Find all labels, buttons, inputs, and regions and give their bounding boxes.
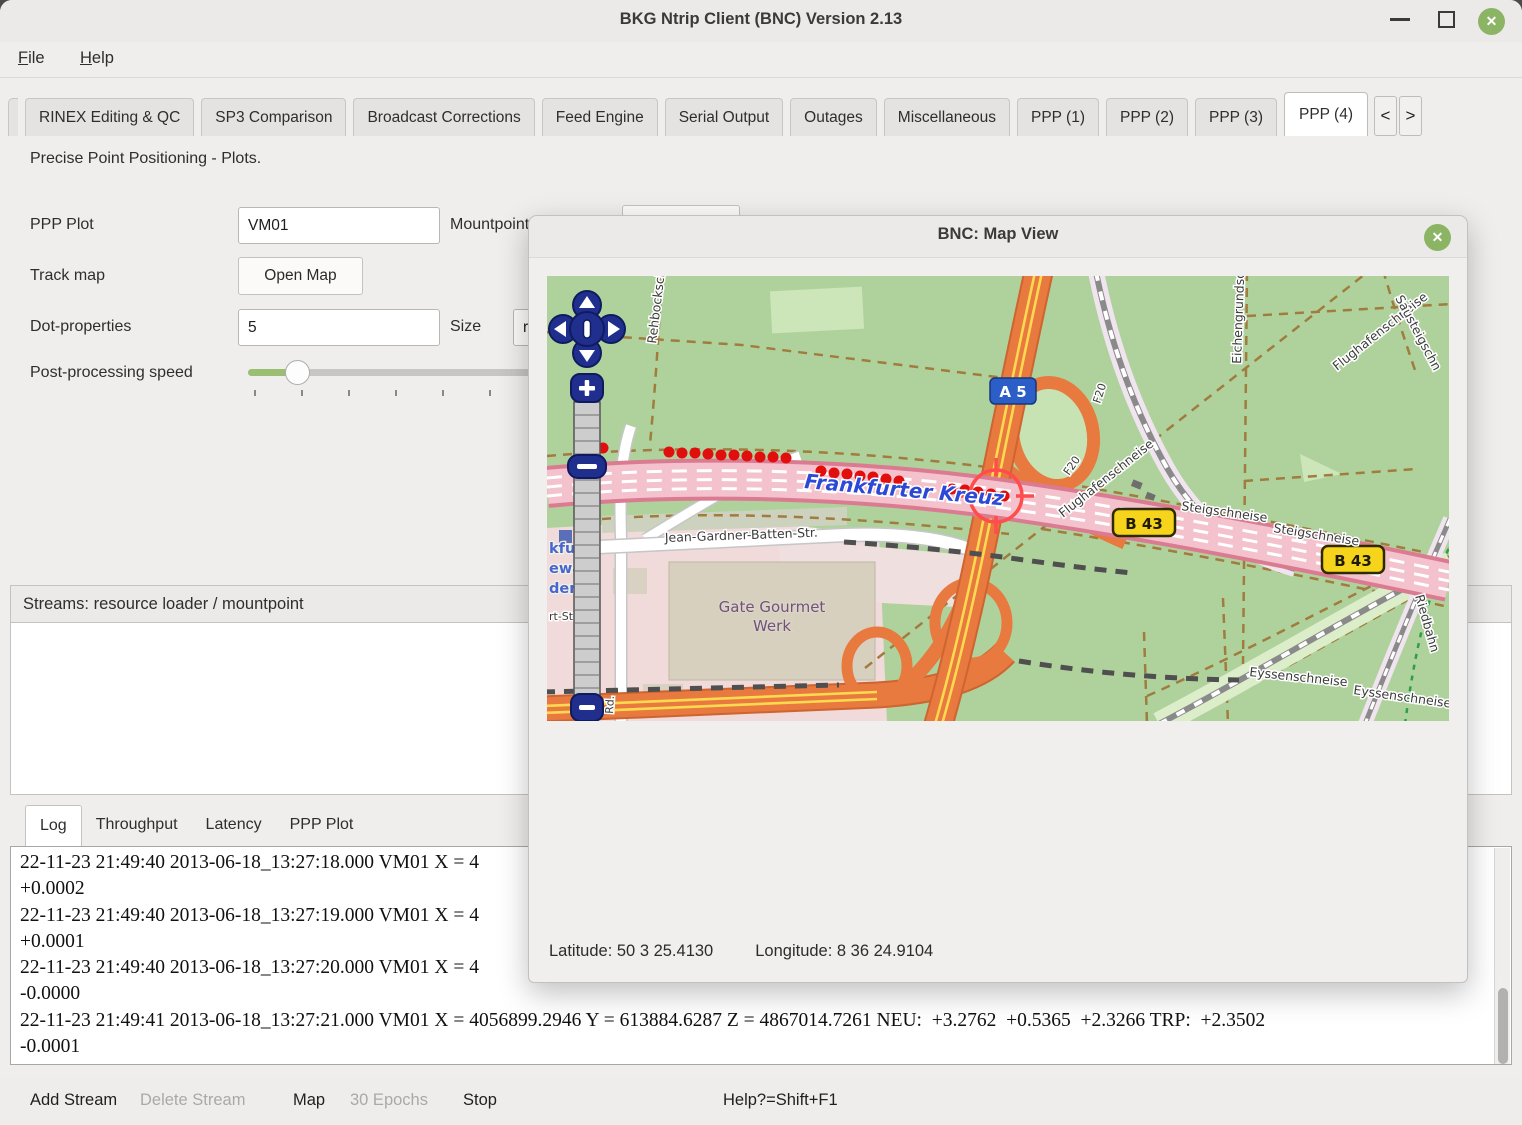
tab-ppp-plot[interactable]: PPP Plot bbox=[276, 805, 368, 846]
panel-heading: Precise Point Positioning - Plots. bbox=[30, 150, 261, 168]
slider-ticks bbox=[254, 390, 540, 396]
dot-properties-label: Dot-properties bbox=[30, 318, 131, 336]
delete-stream-button: Delete Stream bbox=[140, 1091, 245, 1110]
log-scrollbar-thumb[interactable] bbox=[1498, 988, 1508, 1064]
dialog-title: BNC: Map View bbox=[529, 225, 1467, 244]
title-bar: BKG Ntrip Client (BNC) Version 2.13 ✕ bbox=[0, 0, 1522, 42]
poi-label: Gate Gourmet bbox=[719, 598, 826, 616]
road-sign-a5: A 5 bbox=[990, 378, 1036, 404]
post-processing-speed-label: Post-processing speed bbox=[30, 364, 193, 382]
tab-throughput[interactable]: Throughput bbox=[82, 805, 192, 846]
tab-ppp-3[interactable]: PPP (3) bbox=[1195, 98, 1277, 136]
tab-outages[interactable]: Outages bbox=[790, 98, 877, 136]
dialog-close-icon[interactable]: ✕ bbox=[1424, 224, 1451, 251]
slider-handle[interactable] bbox=[285, 360, 310, 385]
menu-file[interactable]: File bbox=[18, 49, 45, 68]
open-map-button[interactable]: Open Map bbox=[238, 257, 363, 295]
dot-properties-input[interactable] bbox=[238, 309, 440, 346]
tab-serial-output[interactable]: Serial Output bbox=[665, 98, 783, 136]
ppp-plot-input[interactable] bbox=[238, 207, 440, 244]
coordinate-readout: Latitude: 50 3 25.4130 Longitude: 8 36 2… bbox=[549, 942, 933, 961]
road-label: rt-St bbox=[549, 610, 574, 623]
poi-label: Werk bbox=[753, 617, 791, 635]
bottom-button-bar: Add Stream Delete Stream Map 30 Epochs S… bbox=[0, 1078, 1522, 1125]
map-button[interactable]: Map bbox=[293, 1091, 325, 1110]
log-line: -0.0001 bbox=[20, 1034, 1491, 1060]
tab-latency[interactable]: Latency bbox=[192, 805, 276, 846]
epochs-button: 30 Epochs bbox=[350, 1091, 428, 1110]
svg-text:B 43: B 43 bbox=[1125, 515, 1163, 533]
window-title: BKG Ntrip Client (BNC) Version 2.13 bbox=[0, 10, 1522, 29]
road-label: Rd. bbox=[603, 695, 617, 714]
maximize-icon[interactable] bbox=[1438, 11, 1455, 28]
tab-miscellaneous[interactable]: Miscellaneous bbox=[884, 98, 1010, 136]
handle-bar-icon bbox=[577, 464, 597, 469]
map-view-dialog: BNC: Map View ✕ bbox=[528, 215, 1468, 983]
tab-rinex-editing[interactable]: RINEX Editing & QC bbox=[25, 98, 194, 136]
tab-partial[interactable] bbox=[8, 98, 18, 136]
longitude-value: Longitude: 8 36 24.9104 bbox=[755, 942, 933, 961]
tab-ppp-2[interactable]: PPP (2) bbox=[1106, 98, 1188, 136]
close-icon[interactable]: ✕ bbox=[1478, 8, 1505, 35]
dialog-title-bar: BNC: Map View ✕ bbox=[529, 216, 1467, 258]
tab-log[interactable]: Log bbox=[25, 805, 82, 846]
speed-slider[interactable] bbox=[248, 358, 540, 400]
log-tab-bar: Log Throughput Latency PPP Plot bbox=[25, 805, 367, 846]
log-line: -0.0000 bbox=[20, 981, 1491, 1007]
svg-text:A 5: A 5 bbox=[999, 383, 1026, 401]
track-map-label: Track map bbox=[30, 267, 105, 285]
minimize-icon[interactable] bbox=[1390, 18, 1410, 21]
log-line: 22-11-23 21:49:41 2013-06-18_13:27:21.00… bbox=[20, 1008, 1491, 1034]
tab-feed-engine[interactable]: Feed Engine bbox=[542, 98, 658, 136]
zoom-slider-track[interactable] bbox=[574, 402, 600, 698]
svg-text:B 43: B 43 bbox=[1334, 552, 1372, 570]
minus-icon bbox=[579, 705, 595, 710]
log-scrollbar[interactable] bbox=[1494, 848, 1510, 1065]
add-stream-button[interactable]: Add Stream bbox=[30, 1091, 117, 1110]
stop-button[interactable]: Stop bbox=[463, 1091, 497, 1110]
map-svg: A 5 B 43 B 43 Frankfurter Kreuz Jean-Gar… bbox=[547, 276, 1449, 721]
tab-scroll-right-button[interactable]: > bbox=[1399, 96, 1422, 136]
screen: BKG Ntrip Client (BNC) Version 2.13 ✕ Fi… bbox=[0, 0, 1522, 1125]
tab-bar: RINEX Editing & QC SP3 Comparison Broadc… bbox=[8, 92, 1422, 136]
tab-ppp-4[interactable]: PPP (4) bbox=[1284, 92, 1368, 136]
road-sign-b43-1: B 43 bbox=[1113, 509, 1175, 536]
map-zoom-control[interactable] bbox=[568, 374, 606, 721]
tab-sp3-comparison[interactable]: SP3 Comparison bbox=[201, 98, 346, 136]
latitude-value: Latitude: 50 3 25.4130 bbox=[549, 942, 713, 961]
tab-scroll-left-button[interactable]: < bbox=[1374, 96, 1397, 136]
tab-broadcast-corrections[interactable]: Broadcast Corrections bbox=[353, 98, 534, 136]
tab-ppp-1[interactable]: PPP (1) bbox=[1017, 98, 1099, 136]
mountpoint-label: Mountpoint bbox=[450, 216, 529, 234]
road-sign-b43-2: B 43 bbox=[1322, 546, 1384, 573]
menu-help[interactable]: Help bbox=[80, 49, 114, 68]
ppp-plot-label: PPP Plot bbox=[30, 216, 94, 234]
forest-clearing bbox=[770, 287, 864, 334]
menu-bar: File Help bbox=[0, 42, 1522, 78]
map-canvas[interactable]: A 5 B 43 B 43 Frankfurter Kreuz Jean-Gar… bbox=[547, 276, 1449, 721]
help-hint: Help?=Shift+F1 bbox=[723, 1091, 838, 1110]
size-label: Size bbox=[450, 318, 481, 336]
